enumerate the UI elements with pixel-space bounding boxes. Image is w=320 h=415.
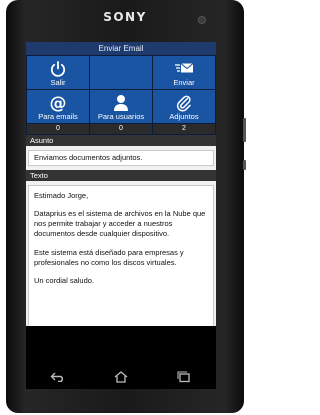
body-paragraph: Dataprius es el sistema de archivos en l…: [34, 209, 206, 239]
to-emails-button[interactable]: @ Para emails: [27, 90, 89, 123]
body-textarea[interactable]: Estimado Jorge, Dataprius es el sistema …: [28, 185, 214, 331]
attachments-count: 2: [153, 124, 215, 134]
subject-container: Enviamos documentos adjuntos.: [26, 146, 216, 170]
app-screen: Enviar Email Salir Enviar @ Para emails …: [26, 42, 216, 365]
camera-icon: [198, 16, 206, 24]
empty-area: [26, 326, 216, 365]
brand-logo: SONY: [103, 10, 147, 24]
send-button[interactable]: Enviar: [153, 56, 215, 89]
paperclip-icon: [153, 94, 215, 112]
counts-row: 0 0 2: [26, 123, 216, 135]
subject-header: Asunto: [26, 135, 216, 146]
screen-title: Enviar Email: [26, 42, 216, 55]
users-count: 0: [90, 124, 152, 134]
send-mail-icon: [153, 60, 215, 78]
body-header: Texto: [26, 170, 216, 181]
recent-apps-icon[interactable]: [172, 370, 196, 384]
body-paragraph: Un cordial saludo.: [34, 275, 95, 285]
to-users-button[interactable]: Para usuarios: [90, 90, 152, 123]
body-paragraph: Estimado Jorge,: [34, 191, 89, 200]
navigation-bar: [26, 365, 216, 389]
home-icon[interactable]: [109, 370, 133, 384]
power-icon: [27, 60, 89, 78]
empty-tile: [90, 56, 152, 89]
user-icon: [90, 94, 152, 112]
svg-text:@: @: [50, 94, 67, 112]
at-sign-icon: @: [27, 94, 89, 112]
attachments-label: Adjuntos: [169, 112, 199, 121]
to-emails-label: Para emails: [38, 112, 78, 121]
body-paragraph: Este sistema está diseñado para empresas…: [34, 247, 184, 267]
send-label: Enviar: [173, 78, 195, 87]
back-icon[interactable]: [46, 370, 70, 384]
subject-input[interactable]: Enviamos documentos adjuntos.: [28, 150, 214, 166]
body-container: Estimado Jorge, Dataprius es el sistema …: [26, 181, 216, 335]
emails-count: 0: [27, 124, 89, 134]
action-grid: Salir Enviar @ Para emails Para usuarios…: [26, 55, 216, 123]
to-users-label: Para usuarios: [97, 112, 145, 121]
exit-button[interactable]: Salir: [27, 56, 89, 89]
volume-button: [243, 118, 246, 142]
attachments-button[interactable]: Adjuntos: [153, 90, 215, 123]
exit-label: Salir: [50, 78, 66, 87]
power-side-button: [243, 160, 246, 170]
